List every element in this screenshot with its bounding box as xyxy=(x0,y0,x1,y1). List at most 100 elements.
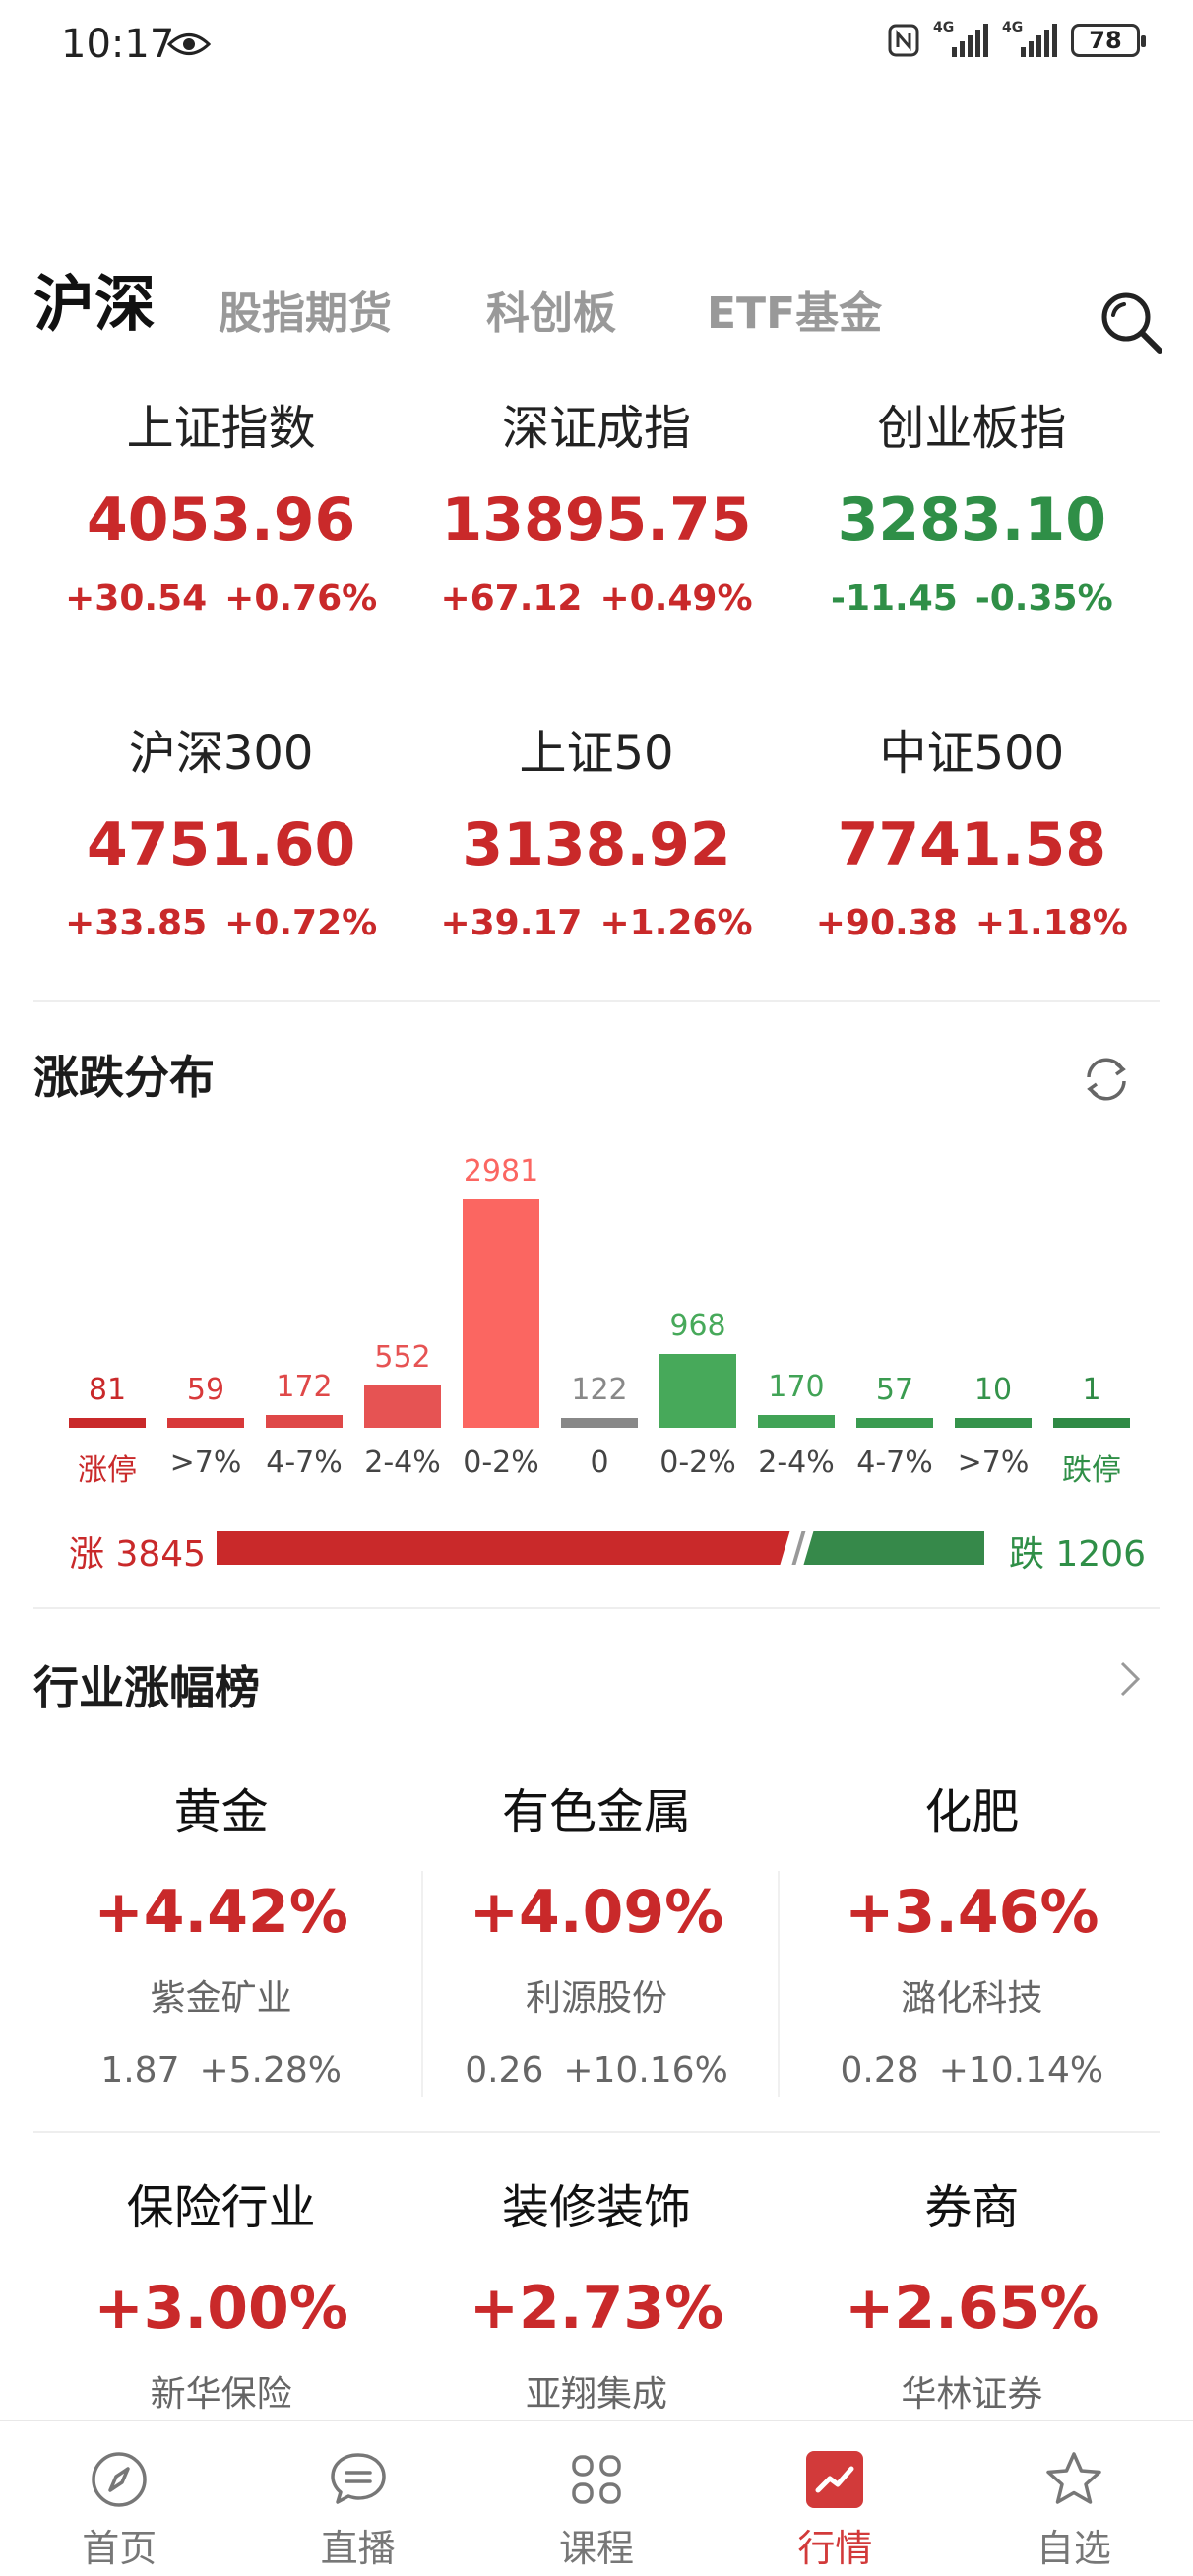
divider xyxy=(778,1871,780,2097)
down-segment xyxy=(803,1531,984,1565)
distribution-bucket: 57 4-7% xyxy=(856,1142,933,1497)
battery-level: 78 xyxy=(1089,27,1122,54)
leading-stock-quote: 0.28 +10.14% xyxy=(785,2050,1160,2091)
index-change-row: +90.38 +1.18% xyxy=(785,903,1160,943)
industry-pct: +3.46% xyxy=(845,1878,1099,1947)
distribution-bucket: 81 涨停 xyxy=(69,1142,146,1497)
index-overview: 上证指数 4053.96 +30.54 +0.76% 深证成指 13895.75 +67.1… xyxy=(33,389,1160,1039)
chevron-right-icon[interactable] xyxy=(1116,1659,1144,1699)
star-icon xyxy=(1046,2452,1101,2504)
index-name: 创业板指 xyxy=(877,401,1067,456)
index-name: 上证50 xyxy=(519,726,674,781)
refresh-icon[interactable] xyxy=(1079,1052,1134,1107)
nav-courses[interactable]: 课程 xyxy=(477,2421,716,2576)
index-value: 4053.96 xyxy=(87,485,356,554)
index-change-row: +33.85 +0.72% xyxy=(33,903,408,943)
index-card[interactable]: 上证50 3138.92 +39.17 +1.26% xyxy=(408,714,784,1039)
index-name: 上证指数 xyxy=(126,401,316,456)
bucket-label: 4-7% xyxy=(266,1446,343,1480)
industry-pct: +2.65% xyxy=(845,2274,1099,2343)
industry-card[interactable]: 黄金 +4.42% 紫金矿业 1.87 +5.28% xyxy=(33,1772,408,2166)
industry-title: 行业涨幅榜 xyxy=(33,1661,260,1714)
tab-star-market[interactable]: 科创板 xyxy=(486,278,616,341)
index-change-pct: +0.49% xyxy=(599,578,753,618)
index-name: 中证500 xyxy=(879,726,1065,781)
index-change: +30.54 xyxy=(65,578,208,618)
index-value: 4751.60 xyxy=(87,810,356,879)
index-card[interactable]: 上证指数 4053.96 +30.54 +0.76% xyxy=(33,389,408,714)
nav-market[interactable]: 行情 xyxy=(716,2421,954,2576)
leading-stock: 潞化科技 xyxy=(901,1978,1043,2019)
industry-card[interactable]: 化肥 +3.46% 潞化科技 0.28 +10.14% xyxy=(785,1772,1160,2166)
market-tabs: 沪深 股指期货 科创板 ETF基金 xyxy=(33,266,1165,354)
nfc-icon xyxy=(888,24,919,57)
distribution-bucket: 968 0-2% xyxy=(659,1142,736,1497)
tab-etf[interactable]: ETF基金 xyxy=(707,278,882,341)
nav-live[interactable]: 直播 xyxy=(238,2421,476,2576)
index-card[interactable]: 中证500 7741.58 +90.38 +1.18% xyxy=(785,714,1160,1039)
index-change-pct: +0.72% xyxy=(224,903,378,943)
bucket-bar xyxy=(463,1199,539,1428)
divider xyxy=(33,1607,1160,1609)
bucket-label: 0 xyxy=(590,1446,609,1480)
industry-pct: +2.73% xyxy=(469,2274,724,2343)
index-card[interactable]: 沪深300 4751.60 +33.85 +0.72% xyxy=(33,714,408,1039)
index-value: 7741.58 xyxy=(837,810,1106,879)
index-card[interactable]: 深证成指 13895.75 +67.12 +0.49% xyxy=(408,389,784,714)
network-type-1: 4G xyxy=(933,20,955,35)
index-card[interactable]: 创业板指 3283.10 -11.45 -0.35% xyxy=(785,389,1160,714)
index-change: +33.85 xyxy=(65,903,208,943)
industry-name: 券商 xyxy=(924,2180,1020,2235)
distribution-bucket: 172 4-7% xyxy=(266,1142,343,1497)
bucket-count: 170 xyxy=(768,1369,825,1404)
distribution-bucket: 170 2-4% xyxy=(758,1142,835,1497)
industry-name: 装修装饰 xyxy=(501,2180,691,2235)
index-value: 3283.10 xyxy=(837,485,1106,554)
index-name: 沪深300 xyxy=(128,726,314,781)
bucket-bar xyxy=(364,1385,441,1428)
distribution-bucket: 10 >7% xyxy=(955,1142,1032,1497)
industry-card[interactable]: 有色金属 +4.09% 利源股份 0.26 +10.16% xyxy=(408,1772,784,2166)
index-change-pct: +0.76% xyxy=(224,578,378,618)
tab-hushen[interactable]: 沪深 xyxy=(33,254,156,343)
battery-icon: 78 xyxy=(1071,24,1146,57)
bottom-nav: 首页 直播 课程 行情 自选 xyxy=(0,2420,1193,2576)
leading-stock-quote: 0.26 +10.16% xyxy=(408,2050,784,2091)
nav-watchlist[interactable]: 自选 xyxy=(955,2421,1193,2576)
bucket-label: 2-4% xyxy=(758,1446,835,1480)
divider xyxy=(33,1000,1160,1002)
index-value: 3138.92 xyxy=(462,810,731,879)
chat-icon xyxy=(330,2453,386,2504)
divider xyxy=(33,2131,1160,2133)
nav-home[interactable]: 首页 xyxy=(0,2421,238,2576)
up-total-label: 涨 3845 xyxy=(69,1534,207,1575)
trend-icon xyxy=(806,2451,864,2508)
stock-price: 0.28 xyxy=(840,2050,919,2091)
nav-label: 自选 xyxy=(1036,2527,1111,2570)
leading-stock: 华林证券 xyxy=(901,2374,1043,2415)
index-value: 13895.75 xyxy=(441,485,752,554)
bucket-count: 172 xyxy=(276,1369,333,1404)
bucket-bar xyxy=(167,1418,244,1428)
bucket-label: >7% xyxy=(169,1446,242,1480)
index-change-row: +39.17 +1.26% xyxy=(408,903,784,943)
bucket-bar xyxy=(955,1418,1032,1428)
nav-label: 首页 xyxy=(82,2527,157,2570)
distribution-bucket: 59 >7% xyxy=(167,1142,244,1497)
leading-stock: 新华保险 xyxy=(150,2374,292,2415)
signal-icon-2: 4G xyxy=(1002,20,1057,57)
nav-label: 行情 xyxy=(797,2527,873,2570)
stock-price: 1.87 xyxy=(100,2050,180,2091)
index-change-pct: +1.26% xyxy=(599,903,753,943)
distribution-title: 涨跌分布 xyxy=(33,1051,215,1104)
status-bar: 10:17 4G 4G 78 xyxy=(0,0,1193,98)
bucket-count: 10 xyxy=(973,1373,1013,1407)
stock-pct: +10.16% xyxy=(563,2050,728,2091)
distribution-bucket: 122 0 xyxy=(561,1142,638,1497)
ratio-bar xyxy=(217,1531,984,1565)
search-icon[interactable] xyxy=(1097,288,1165,356)
bucket-count: 1 xyxy=(1082,1373,1101,1407)
tab-index-futures[interactable]: 股指期货 xyxy=(219,278,392,341)
bucket-count: 122 xyxy=(571,1373,628,1407)
index-change-row: +67.12 +0.49% xyxy=(408,578,784,618)
